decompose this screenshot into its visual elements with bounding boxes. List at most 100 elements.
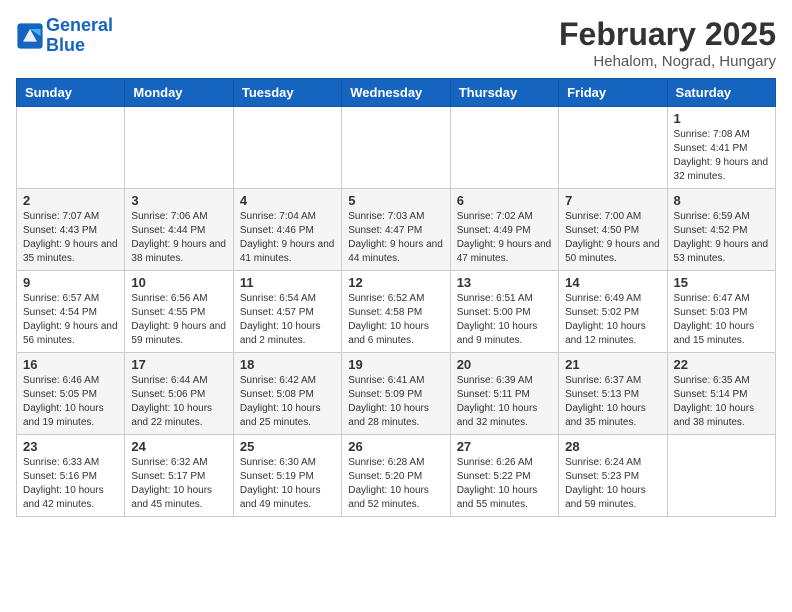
day-number: 12	[348, 275, 443, 290]
calendar-cell	[667, 435, 775, 517]
calendar-cell: 17 Sunrise: 6:44 AM Sunset: 5:06 PM Dayli…	[125, 353, 233, 435]
calendar-cell: 1 Sunrise: 7:08 AM Sunset: 4:41 PM Daylig…	[667, 107, 775, 189]
calendar-title: February 2025	[559, 16, 776, 53]
calendar-cell: 12 Sunrise: 6:52 AM Sunset: 4:58 PM Dayli…	[342, 271, 450, 353]
calendar-cell: 21 Sunrise: 6:37 AM Sunset: 5:13 PM Dayli…	[559, 353, 667, 435]
day-number: 13	[457, 275, 552, 290]
calendar-subtitle: Hehalom, Nograd, Hungary	[559, 53, 776, 70]
col-header-wednesday: Wednesday	[342, 79, 450, 107]
calendar-cell: 3 Sunrise: 7:06 AM Sunset: 4:44 PM Daylig…	[125, 189, 233, 271]
calendar-table: SundayMondayTuesdayWednesdayThursdayFrid…	[16, 78, 776, 517]
calendar-cell: 14 Sunrise: 6:49 AM Sunset: 5:02 PM Dayli…	[559, 271, 667, 353]
calendar-cell: 15 Sunrise: 6:47 AM Sunset: 5:03 PM Dayli…	[667, 271, 775, 353]
day-number: 23	[23, 439, 118, 454]
day-number: 21	[565, 357, 660, 372]
calendar-cell: 11 Sunrise: 6:54 AM Sunset: 4:57 PM Dayli…	[233, 271, 341, 353]
day-info: Sunrise: 6:24 AM Sunset: 5:23 PM Dayligh…	[565, 456, 660, 512]
calendar-week-5: 23 Sunrise: 6:33 AM Sunset: 5:16 PM Dayli…	[17, 435, 776, 517]
calendar-cell	[342, 107, 450, 189]
day-info: Sunrise: 6:30 AM Sunset: 5:19 PM Dayligh…	[240, 456, 335, 512]
col-header-friday: Friday	[559, 79, 667, 107]
header: GeneralBlue February 2025 Hehalom, Nogra…	[16, 16, 776, 70]
col-header-sunday: Sunday	[17, 79, 125, 107]
day-number: 16	[23, 357, 118, 372]
calendar-cell	[559, 107, 667, 189]
day-info: Sunrise: 6:37 AM Sunset: 5:13 PM Dayligh…	[565, 374, 660, 430]
col-header-monday: Monday	[125, 79, 233, 107]
calendar-cell	[17, 107, 125, 189]
day-number: 3	[131, 193, 226, 208]
day-info: Sunrise: 6:44 AM Sunset: 5:06 PM Dayligh…	[131, 374, 226, 430]
day-info: Sunrise: 6:41 AM Sunset: 5:09 PM Dayligh…	[348, 374, 443, 430]
day-number: 5	[348, 193, 443, 208]
day-number: 7	[565, 193, 660, 208]
calendar-cell	[125, 107, 233, 189]
col-header-thursday: Thursday	[450, 79, 558, 107]
calendar-cell: 18Sunrise: 6:42 AM Sunset: 5:08 PM Dayli…	[233, 353, 341, 435]
calendar-week-2: 2 Sunrise: 7:07 AM Sunset: 4:43 PM Daylig…	[17, 189, 776, 271]
day-info: Sunrise: 6:26 AM Sunset: 5:22 PM Dayligh…	[457, 456, 552, 512]
day-info: Sunrise: 7:04 AM Sunset: 4:46 PM Dayligh…	[240, 210, 335, 266]
day-number: 1	[674, 111, 769, 126]
day-info: Sunrise: 6:49 AM Sunset: 5:02 PM Dayligh…	[565, 292, 660, 348]
day-info: Sunrise: 6:33 AM Sunset: 5:16 PM Dayligh…	[23, 456, 118, 512]
day-info: Sunrise: 6:57 AM Sunset: 4:54 PM Dayligh…	[23, 292, 118, 348]
day-number: 22	[674, 357, 769, 372]
day-number: 6	[457, 193, 552, 208]
calendar-header-row: SundayMondayTuesdayWednesdayThursdayFrid…	[17, 79, 776, 107]
calendar-week-3: 9 Sunrise: 6:57 AM Sunset: 4:54 PM Daylig…	[17, 271, 776, 353]
day-info: Sunrise: 6:51 AM Sunset: 5:00 PM Dayligh…	[457, 292, 552, 348]
day-info: Sunrise: 6:52 AM Sunset: 4:58 PM Dayligh…	[348, 292, 443, 348]
day-info: Sunrise: 7:02 AM Sunset: 4:49 PM Dayligh…	[457, 210, 552, 266]
calendar-cell: 24Sunrise: 6:32 AM Sunset: 5:17 PM Dayli…	[125, 435, 233, 517]
day-info: Sunrise: 7:08 AM Sunset: 4:41 PM Dayligh…	[674, 128, 769, 184]
day-number: 8	[674, 193, 769, 208]
day-info: Sunrise: 6:54 AM Sunset: 4:57 PM Dayligh…	[240, 292, 335, 348]
calendar-cell: 22Sunrise: 6:35 AM Sunset: 5:14 PM Dayli…	[667, 353, 775, 435]
day-info: Sunrise: 7:00 AM Sunset: 4:50 PM Dayligh…	[565, 210, 660, 266]
calendar-week-1: 1 Sunrise: 7:08 AM Sunset: 4:41 PM Daylig…	[17, 107, 776, 189]
day-info: Sunrise: 6:59 AM Sunset: 4:52 PM Dayligh…	[674, 210, 769, 266]
calendar-cell: 5 Sunrise: 7:03 AM Sunset: 4:47 PM Daylig…	[342, 189, 450, 271]
day-info: Sunrise: 6:46 AM Sunset: 5:05 PM Dayligh…	[23, 374, 118, 430]
calendar-cell: 25 Sunrise: 6:30 AM Sunset: 5:19 PM Dayli…	[233, 435, 341, 517]
day-number: 26	[348, 439, 443, 454]
day-number: 10	[131, 275, 226, 290]
day-info: Sunrise: 6:47 AM Sunset: 5:03 PM Dayligh…	[674, 292, 769, 348]
day-number: 14	[565, 275, 660, 290]
day-info: Sunrise: 7:07 AM Sunset: 4:43 PM Dayligh…	[23, 210, 118, 266]
calendar-cell: 13 Sunrise: 6:51 AM Sunset: 5:00 PM Dayli…	[450, 271, 558, 353]
calendar-cell: 10 Sunrise: 6:56 AM Sunset: 4:55 PM Dayli…	[125, 271, 233, 353]
calendar-cell: 19 Sunrise: 6:41 AM Sunset: 5:09 PM Dayli…	[342, 353, 450, 435]
day-number: 17	[131, 357, 226, 372]
day-number: 4	[240, 193, 335, 208]
calendar-cell: 2 Sunrise: 7:07 AM Sunset: 4:43 PM Daylig…	[17, 189, 125, 271]
day-info: Sunrise: 7:06 AM Sunset: 4:44 PM Dayligh…	[131, 210, 226, 266]
day-number: 20	[457, 357, 552, 372]
day-number: 25	[240, 439, 335, 454]
calendar-cell: 26Sunrise: 6:28 AM Sunset: 5:20 PM Dayli…	[342, 435, 450, 517]
calendar-cell: 7 Sunrise: 7:00 AM Sunset: 4:50 PM Daylig…	[559, 189, 667, 271]
day-info: Sunrise: 6:39 AM Sunset: 5:11 PM Dayligh…	[457, 374, 552, 430]
calendar-cell: 4 Sunrise: 7:04 AM Sunset: 4:46 PM Daylig…	[233, 189, 341, 271]
day-number: 24	[131, 439, 226, 454]
calendar-cell	[233, 107, 341, 189]
day-number: 19	[348, 357, 443, 372]
col-header-tuesday: Tuesday	[233, 79, 341, 107]
calendar-cell: 27Sunrise: 6:26 AM Sunset: 5:22 PM Dayli…	[450, 435, 558, 517]
logo-text: GeneralBlue	[46, 16, 113, 56]
col-header-saturday: Saturday	[667, 79, 775, 107]
logo: GeneralBlue	[16, 16, 113, 56]
day-number: 2	[23, 193, 118, 208]
day-info: Sunrise: 6:56 AM Sunset: 4:55 PM Dayligh…	[131, 292, 226, 348]
calendar-cell: 8 Sunrise: 6:59 AM Sunset: 4:52 PM Daylig…	[667, 189, 775, 271]
day-info: Sunrise: 7:03 AM Sunset: 4:47 PM Dayligh…	[348, 210, 443, 266]
day-number: 15	[674, 275, 769, 290]
day-info: Sunrise: 6:42 AM Sunset: 5:08 PM Dayligh…	[240, 374, 335, 430]
logo-icon	[16, 22, 44, 50]
calendar-cell: 23 Sunrise: 6:33 AM Sunset: 5:16 PM Dayli…	[17, 435, 125, 517]
calendar-cell: 28Sunrise: 6:24 AM Sunset: 5:23 PM Dayli…	[559, 435, 667, 517]
calendar-cell	[450, 107, 558, 189]
day-number: 11	[240, 275, 335, 290]
day-number: 9	[23, 275, 118, 290]
